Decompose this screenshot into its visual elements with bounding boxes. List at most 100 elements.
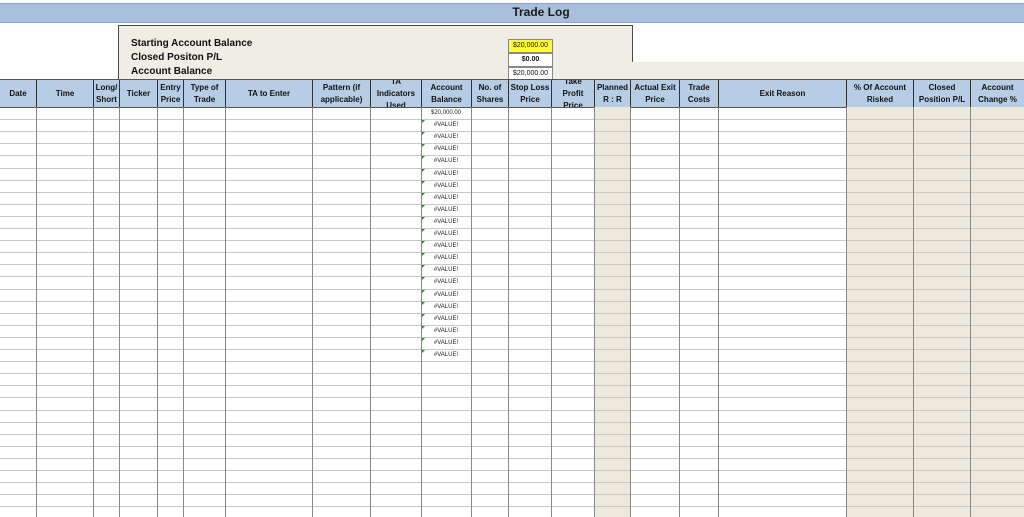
row-divider bbox=[0, 289, 1024, 290]
header-take-profit-price[interactable]: Take Profit Price bbox=[551, 80, 594, 107]
row-divider bbox=[0, 373, 1024, 374]
balance-error-cell[interactable]: #VALUE! bbox=[421, 180, 471, 192]
balance-error-cell[interactable]: #VALUE! bbox=[421, 240, 471, 252]
balance-error-cell[interactable]: #VALUE! bbox=[421, 143, 471, 155]
header-actual-exit-price[interactable]: Actual Exit Price bbox=[630, 80, 679, 107]
header-stop-loss-price[interactable]: Stop Loss Price bbox=[508, 80, 551, 107]
header-planned-rr[interactable]: Planned R : R bbox=[594, 80, 630, 107]
header-pattern[interactable]: Pattern (if applicable) bbox=[312, 80, 370, 107]
header-entry-price[interactable]: Entry Price bbox=[157, 80, 183, 107]
column-divider bbox=[312, 107, 313, 517]
balance-error-cell[interactable]: #VALUE! bbox=[421, 204, 471, 216]
column-divider bbox=[594, 107, 595, 517]
column-divider bbox=[846, 107, 847, 517]
balance-error-cell[interactable]: #VALUE! bbox=[421, 325, 471, 337]
column-divider bbox=[119, 107, 120, 517]
header-account-change[interactable]: Account Change % bbox=[970, 80, 1024, 107]
row-divider bbox=[0, 434, 1024, 435]
summary-fill bbox=[632, 62, 1024, 79]
column-divider bbox=[225, 107, 226, 517]
column-divider bbox=[183, 107, 184, 517]
row-divider bbox=[0, 313, 1024, 314]
row-divider bbox=[0, 349, 1024, 350]
column-divider bbox=[508, 107, 509, 517]
balance-error-cell[interactable]: #VALUE! bbox=[421, 131, 471, 143]
column-divider bbox=[36, 107, 37, 517]
row-divider bbox=[0, 264, 1024, 265]
row-divider bbox=[0, 385, 1024, 386]
header-type-of-trade[interactable]: Type of Trade bbox=[183, 80, 225, 107]
row-divider bbox=[0, 422, 1024, 423]
balance-error-cell[interactable]: #VALUE! bbox=[421, 155, 471, 167]
account-summary: Starting Account Balance $20,000.00 Clos… bbox=[118, 25, 633, 81]
balance-cell[interactable]: $20,000.00 bbox=[421, 107, 471, 119]
column-divider bbox=[370, 107, 371, 517]
column-header-row: Date Time Long/ Short Ticker Entry Price… bbox=[0, 79, 1024, 108]
column-divider bbox=[718, 107, 719, 517]
balance-error-cell[interactable]: #VALUE! bbox=[421, 252, 471, 264]
row-divider bbox=[0, 458, 1024, 459]
row-divider bbox=[0, 410, 1024, 411]
row-divider bbox=[0, 482, 1024, 483]
row-divider bbox=[0, 276, 1024, 277]
header-percent-risked[interactable]: % Of Account Risked bbox=[846, 80, 913, 107]
header-no-of-shares[interactable]: No. of Shares bbox=[471, 80, 508, 107]
column-divider bbox=[970, 107, 971, 517]
balance-error-cell[interactable]: #VALUE! bbox=[421, 289, 471, 301]
column-divider bbox=[93, 107, 94, 517]
column-divider bbox=[471, 107, 472, 517]
row-divider bbox=[0, 470, 1024, 471]
row-divider bbox=[0, 337, 1024, 338]
row-divider bbox=[0, 240, 1024, 241]
closed-pl-cell[interactable]: $0.00 bbox=[508, 53, 553, 67]
row-divider bbox=[0, 131, 1024, 132]
column-divider bbox=[551, 107, 552, 517]
row-divider bbox=[0, 143, 1024, 144]
row-divider bbox=[0, 228, 1024, 229]
closed-pl-label: Closed Positon P/L bbox=[131, 52, 223, 63]
row-divider bbox=[0, 494, 1024, 495]
row-divider bbox=[0, 325, 1024, 326]
sheet-title: Trade Log bbox=[512, 5, 570, 19]
header-exit-reason[interactable]: Exit Reason bbox=[718, 80, 846, 107]
balance-error-cell[interactable]: #VALUE! bbox=[421, 192, 471, 204]
row-divider bbox=[0, 506, 1024, 507]
header-closed-position-pl[interactable]: Closed Position P/L bbox=[913, 80, 970, 107]
header-long-short[interactable]: Long/ Short bbox=[93, 80, 119, 107]
row-divider bbox=[0, 301, 1024, 302]
header-date[interactable]: Date bbox=[0, 80, 36, 107]
header-ta-to-enter[interactable]: TA to Enter bbox=[225, 80, 312, 107]
row-divider bbox=[0, 192, 1024, 193]
trade-log-grid[interactable]: $20,000.00 #VALUE! #VALUE! #VALUE! #VALUE! #V… bbox=[0, 107, 1024, 517]
row-divider bbox=[0, 119, 1024, 120]
column-divider bbox=[630, 107, 631, 517]
balance-error-cell[interactable]: #VALUE! bbox=[421, 301, 471, 313]
row-divider bbox=[0, 180, 1024, 181]
row-divider bbox=[0, 204, 1024, 205]
balance-error-cell[interactable]: #VALUE! bbox=[421, 119, 471, 131]
balance-error-cell[interactable]: #VALUE! bbox=[421, 264, 471, 276]
starting-balance-cell[interactable]: $20,000.00 bbox=[508, 39, 553, 53]
balance-error-cell[interactable]: #VALUE! bbox=[421, 228, 471, 240]
row-divider bbox=[0, 252, 1024, 253]
column-divider bbox=[913, 107, 914, 517]
row-divider bbox=[0, 361, 1024, 362]
header-ticker[interactable]: Ticker bbox=[119, 80, 157, 107]
balance-error-cell[interactable]: #VALUE! bbox=[421, 313, 471, 325]
column-divider bbox=[157, 107, 158, 517]
balance-error-cell[interactable]: #VALUE! bbox=[421, 337, 471, 349]
row-divider bbox=[0, 446, 1024, 447]
row-divider bbox=[0, 155, 1024, 156]
header-ta-indicators[interactable]: TA Indicators Used bbox=[370, 80, 421, 107]
balance-error-cell[interactable]: #VALUE! bbox=[421, 349, 471, 361]
header-time[interactable]: Time bbox=[36, 80, 93, 107]
row-divider bbox=[0, 397, 1024, 398]
balance-error-cell[interactable]: #VALUE! bbox=[421, 216, 471, 228]
row-divider bbox=[0, 216, 1024, 217]
starting-balance-label: Starting Account Balance bbox=[131, 38, 253, 49]
balance-error-cell[interactable]: #VALUE! bbox=[421, 276, 471, 288]
row-divider bbox=[0, 168, 1024, 169]
balance-error-cell[interactable]: #VALUE! bbox=[421, 168, 471, 180]
header-account-balance[interactable]: Account Balance bbox=[421, 80, 471, 107]
header-trade-costs[interactable]: Trade Costs bbox=[679, 80, 718, 107]
